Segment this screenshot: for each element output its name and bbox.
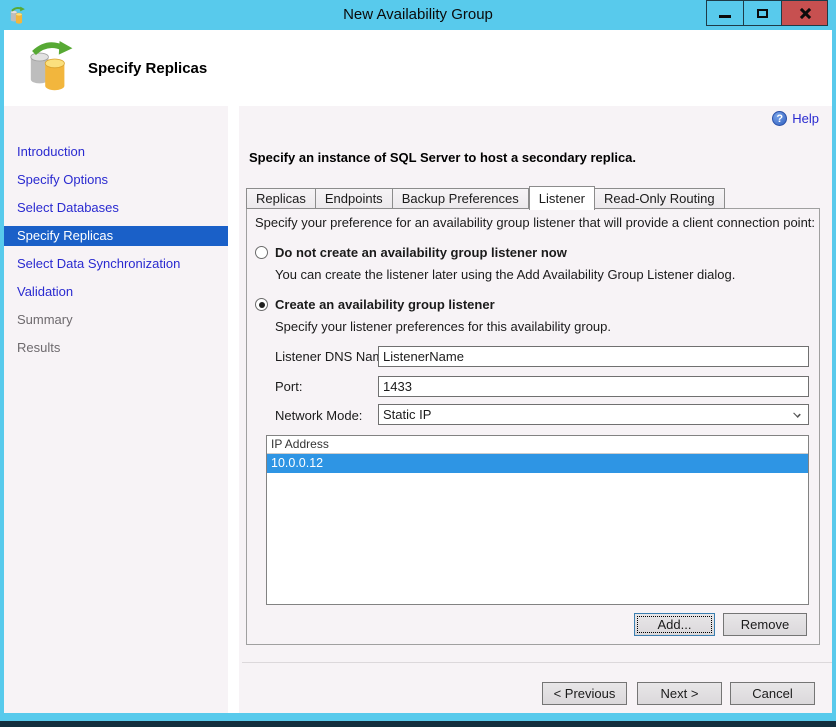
network-mode-label: Network Mode: [275, 408, 363, 423]
radio-no-listener-label[interactable]: Do not create an availability group list… [275, 245, 567, 260]
client-area: Specify Replicas Introduction Specify Op… [4, 30, 832, 713]
sidebar-item-results: Results [17, 340, 61, 355]
close-button[interactable] [782, 0, 828, 26]
network-mode-select[interactable]: Static IP [378, 404, 809, 425]
sidebar-item-specify-replicas[interactable]: Specify Replicas [4, 226, 228, 246]
listener-tab-panel: Specify your preference for an availabil… [246, 208, 820, 645]
minimize-button[interactable] [706, 0, 744, 26]
window-bottom-edge [0, 721, 836, 727]
radio-no-listener[interactable]: Do not create an availability group list… [255, 245, 567, 260]
wizard-sidebar: Introduction Specify Options Select Data… [4, 106, 228, 713]
add-button[interactable]: Add... [634, 613, 715, 636]
ip-address-column-header[interactable]: IP Address [267, 436, 808, 454]
main-panel: ? Help Specify an instance of SQL Server… [239, 106, 832, 713]
sidebar-item-introduction[interactable]: Introduction [4, 142, 228, 162]
tab-strip: Replicas Endpoints Backup Preferences Li… [246, 185, 725, 210]
help-link[interactable]: ? Help [772, 111, 819, 126]
sidebar-item-specify-options[interactable]: Specify Options [4, 170, 228, 190]
tab-replicas[interactable]: Replicas [246, 188, 316, 209]
remove-button[interactable]: Remove [723, 613, 807, 636]
radio-create-listener-label[interactable]: Create an availability group listener [275, 297, 495, 312]
radio-no-listener-description: You can create the listener later using … [275, 267, 736, 282]
tab-backup-preferences[interactable]: Backup Preferences [392, 188, 529, 209]
help-icon: ? [772, 111, 788, 126]
sidebar-divider [228, 106, 239, 713]
tab-listener[interactable]: Listener [528, 186, 596, 210]
port-input[interactable] [378, 376, 809, 397]
sidebar-item-select-data-synchronization[interactable]: Select Data Synchronization [4, 254, 228, 274]
minimize-icon [719, 14, 731, 18]
maximize-icon [757, 8, 768, 18]
replicas-database-icon [30, 41, 73, 91]
table-row-ip[interactable]: 10.0.0.12 [267, 454, 808, 473]
sidebar-item-validation[interactable]: Validation [4, 282, 228, 302]
dialog-window: New Availability Group Specify Replicas … [0, 0, 836, 727]
main-heading: Specify an instance of SQL Server to hos… [249, 150, 637, 165]
radio-create-listener-circle[interactable] [255, 298, 268, 311]
next-button[interactable]: Next > [637, 682, 722, 705]
close-icon [798, 7, 811, 20]
listener-instruction: Specify your preference for an availabil… [255, 215, 816, 230]
radio-no-listener-circle[interactable] [255, 246, 268, 259]
cancel-button[interactable]: Cancel [730, 682, 815, 705]
tab-read-only-routing[interactable]: Read-Only Routing [595, 188, 725, 209]
ip-address-table[interactable]: IP Address 10.0.0.12 [266, 435, 809, 605]
maximize-button[interactable] [744, 0, 782, 26]
previous-button[interactable]: < Previous [542, 682, 627, 705]
network-mode-value: Static IP [383, 407, 432, 422]
wizard-header: Specify Replicas [4, 30, 832, 106]
radio-create-listener-description: Specify your listener preferences for th… [275, 319, 611, 334]
window-controls [706, 0, 828, 26]
page-title: Specify Replicas [88, 60, 208, 77]
wizard-steps: Introduction Specify Options Select Data… [4, 142, 228, 366]
port-label: Port: [275, 379, 303, 394]
sidebar-item-summary: Summary [17, 312, 73, 327]
chevron-down-icon [793, 409, 802, 418]
dns-name-label: Listener DNS Name: [275, 349, 395, 364]
footer-divider [242, 662, 832, 663]
tab-endpoints[interactable]: Endpoints [315, 188, 393, 209]
titlebar[interactable]: New Availability Group [0, 0, 836, 30]
dns-name-input[interactable] [378, 346, 809, 367]
sidebar-item-select-databases[interactable]: Select Databases [4, 198, 228, 218]
help-label: Help [792, 111, 819, 126]
radio-create-listener[interactable]: Create an availability group listener [255, 297, 495, 312]
